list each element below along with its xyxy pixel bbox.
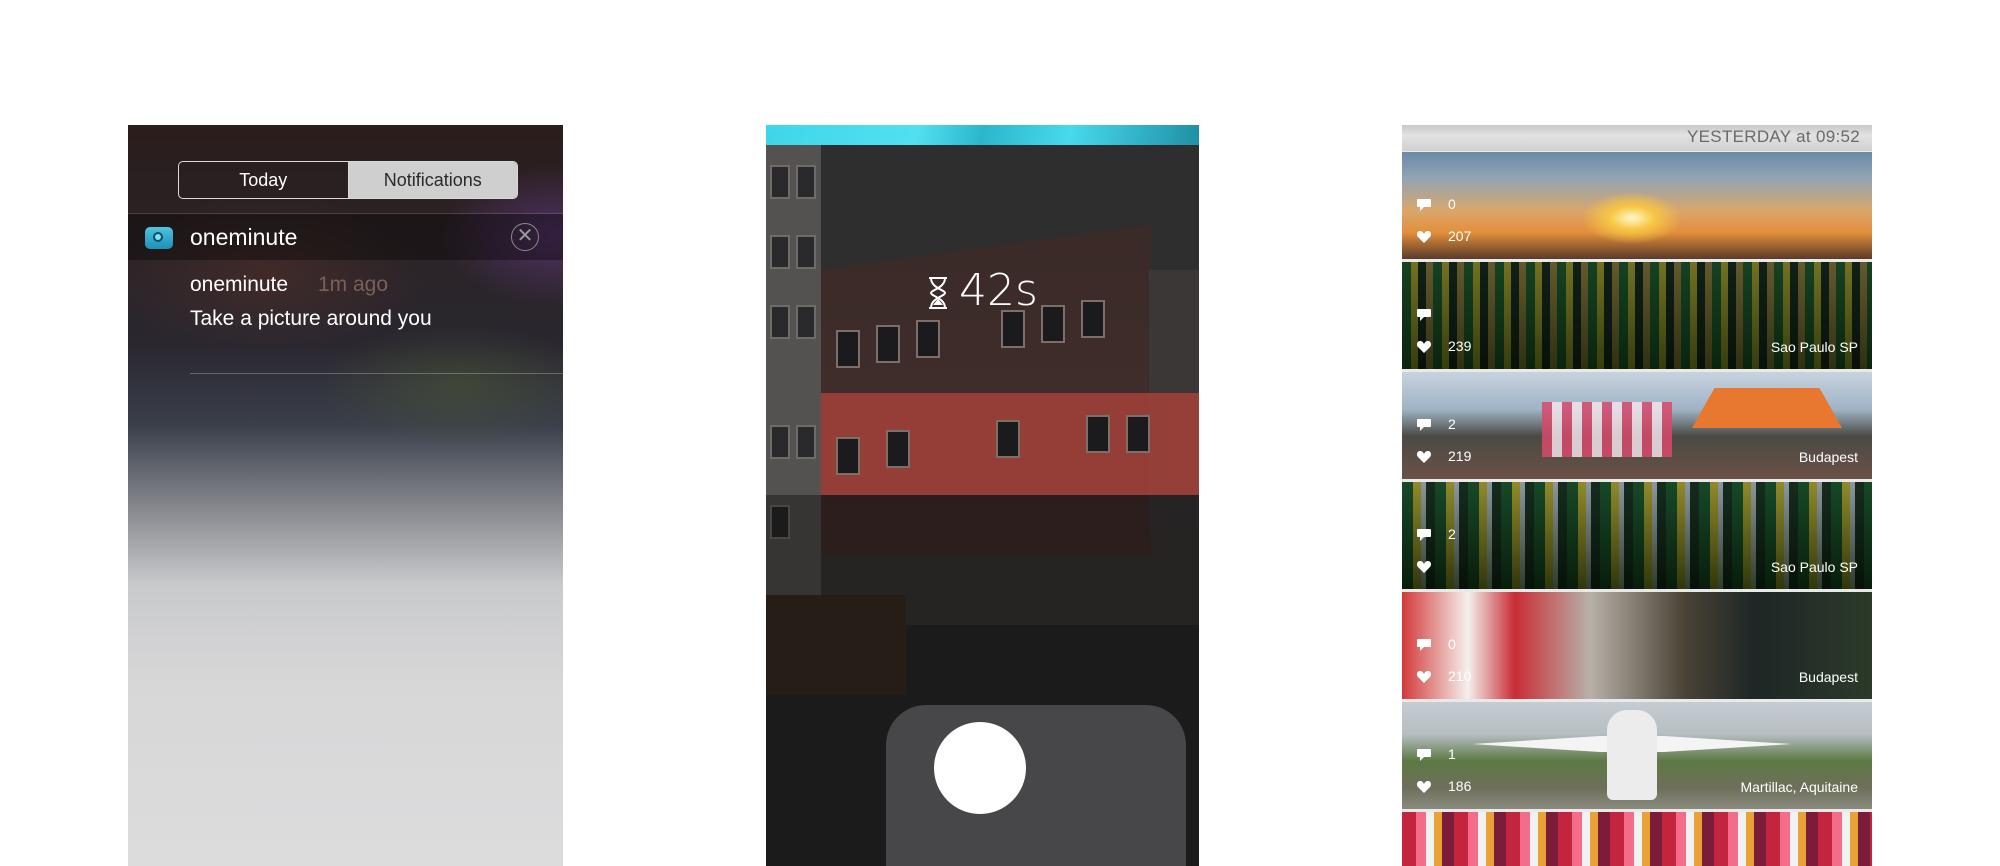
comment-count-value: 1	[1448, 746, 1456, 762]
like-count-value: 239	[1448, 338, 1472, 354]
feed-post[interactable]: 2 Sao Paulo SP	[1402, 482, 1872, 589]
like-count-value: 219	[1448, 448, 1472, 464]
feed-post[interactable]: 0 210 Budapest	[1402, 592, 1872, 699]
post-location: Budapest	[1798, 669, 1858, 685]
comment-count-value: 0	[1448, 636, 1456, 652]
window	[770, 425, 790, 459]
divider	[190, 373, 563, 374]
feed-post[interactable]: 2 219 Budapest	[1402, 372, 1872, 479]
notification-center-screen: Today Notifications oneminute ✕ oneminut…	[128, 125, 563, 866]
comment-icon	[1417, 639, 1431, 652]
window	[1126, 415, 1150, 453]
window	[886, 430, 910, 468]
comment-count[interactable]: 1	[1416, 746, 1456, 762]
post-location: Martillac, Aquitaine	[1740, 779, 1858, 795]
comment-count[interactable]: 0	[1416, 196, 1456, 212]
app-group-name: oneminute	[190, 224, 298, 250]
post-image-plane-body	[1607, 710, 1657, 800]
feed-header: YESTERDAY at 09:52	[1402, 125, 1872, 151]
like-count[interactable]: 207	[1416, 228, 1471, 244]
feed-screen: YESTERDAY at 09:52 0 207 239 Sao Paulo S…	[1402, 125, 1872, 866]
header-date: YESTERDAY at 09:52	[1687, 127, 1860, 146]
heart-icon	[1416, 781, 1432, 794]
like-count[interactable]: 219	[1416, 448, 1471, 464]
notification-title[interactable]: oneminute	[190, 273, 288, 297]
notification-time: 1m ago	[318, 273, 389, 296]
post-location: Budapest	[1798, 449, 1858, 465]
window	[796, 235, 816, 269]
window	[770, 235, 790, 269]
window	[796, 425, 816, 459]
app-group-header[interactable]: oneminute ✕	[128, 214, 563, 260]
post-image-tent	[1692, 388, 1842, 428]
shutter-button[interactable]	[934, 722, 1026, 814]
heart-icon	[1416, 231, 1432, 244]
comment-count[interactable]: 0	[1416, 636, 1456, 652]
heart-icon	[1416, 341, 1432, 354]
like-count-value: 210	[1448, 668, 1472, 684]
post-location: Sao Paulo SP	[1770, 559, 1858, 575]
feed-post[interactable]: 239 Sao Paulo SP	[1402, 262, 1872, 369]
countdown-timer: 42s	[766, 265, 1199, 316]
post-location: Sao Paulo SP	[1770, 339, 1858, 355]
comment-count[interactable]: 2	[1416, 526, 1456, 542]
comment-count[interactable]	[1416, 306, 1448, 322]
window	[1086, 415, 1110, 453]
like-count-value: 207	[1448, 228, 1472, 244]
feed-post[interactable]: 0 207	[1402, 152, 1872, 259]
close-icon[interactable]: ✕	[511, 223, 539, 251]
window	[836, 437, 860, 475]
post-image-stage	[1542, 402, 1672, 457]
window	[796, 165, 816, 199]
comment-count[interactable]: 2	[1416, 416, 1456, 432]
notification-body[interactable]: Take a picture around you	[190, 307, 432, 331]
comment-count-value: 2	[1448, 526, 1456, 542]
window	[770, 165, 790, 199]
comment-icon	[1417, 309, 1431, 322]
like-count-value: 186	[1448, 778, 1472, 794]
window	[876, 325, 900, 363]
window	[996, 420, 1020, 458]
comment-icon	[1417, 749, 1431, 762]
like-count[interactable]: 239	[1416, 338, 1471, 354]
heart-icon	[1416, 671, 1432, 684]
hourglass-icon	[929, 277, 948, 309]
camera-screen: 42s	[766, 125, 1199, 866]
heart-icon	[1416, 561, 1432, 574]
like-count[interactable]: 186	[1416, 778, 1471, 794]
like-count[interactable]	[1416, 558, 1448, 574]
tab-today[interactable]: Today	[179, 162, 348, 198]
comment-count-value: 2	[1448, 416, 1456, 432]
timer-value: 42s	[959, 265, 1038, 316]
comment-icon	[1417, 199, 1431, 212]
feed-post[interactable]	[1402, 812, 1872, 866]
comment-count-value: 0	[1448, 196, 1456, 212]
window	[836, 330, 860, 368]
window	[916, 320, 940, 358]
like-count[interactable]: 210	[1416, 668, 1471, 684]
comment-icon	[1417, 419, 1431, 432]
oneminute-app-icon	[145, 227, 173, 249]
feed-post[interactable]: 1 186 Martillac, Aquitaine	[1402, 702, 1872, 809]
segmented-control: Today Notifications	[178, 161, 518, 199]
comment-icon	[1417, 529, 1431, 542]
heart-icon	[1416, 451, 1432, 464]
tab-notifications[interactable]: Notifications	[347, 162, 517, 198]
top-banner	[766, 125, 1199, 145]
